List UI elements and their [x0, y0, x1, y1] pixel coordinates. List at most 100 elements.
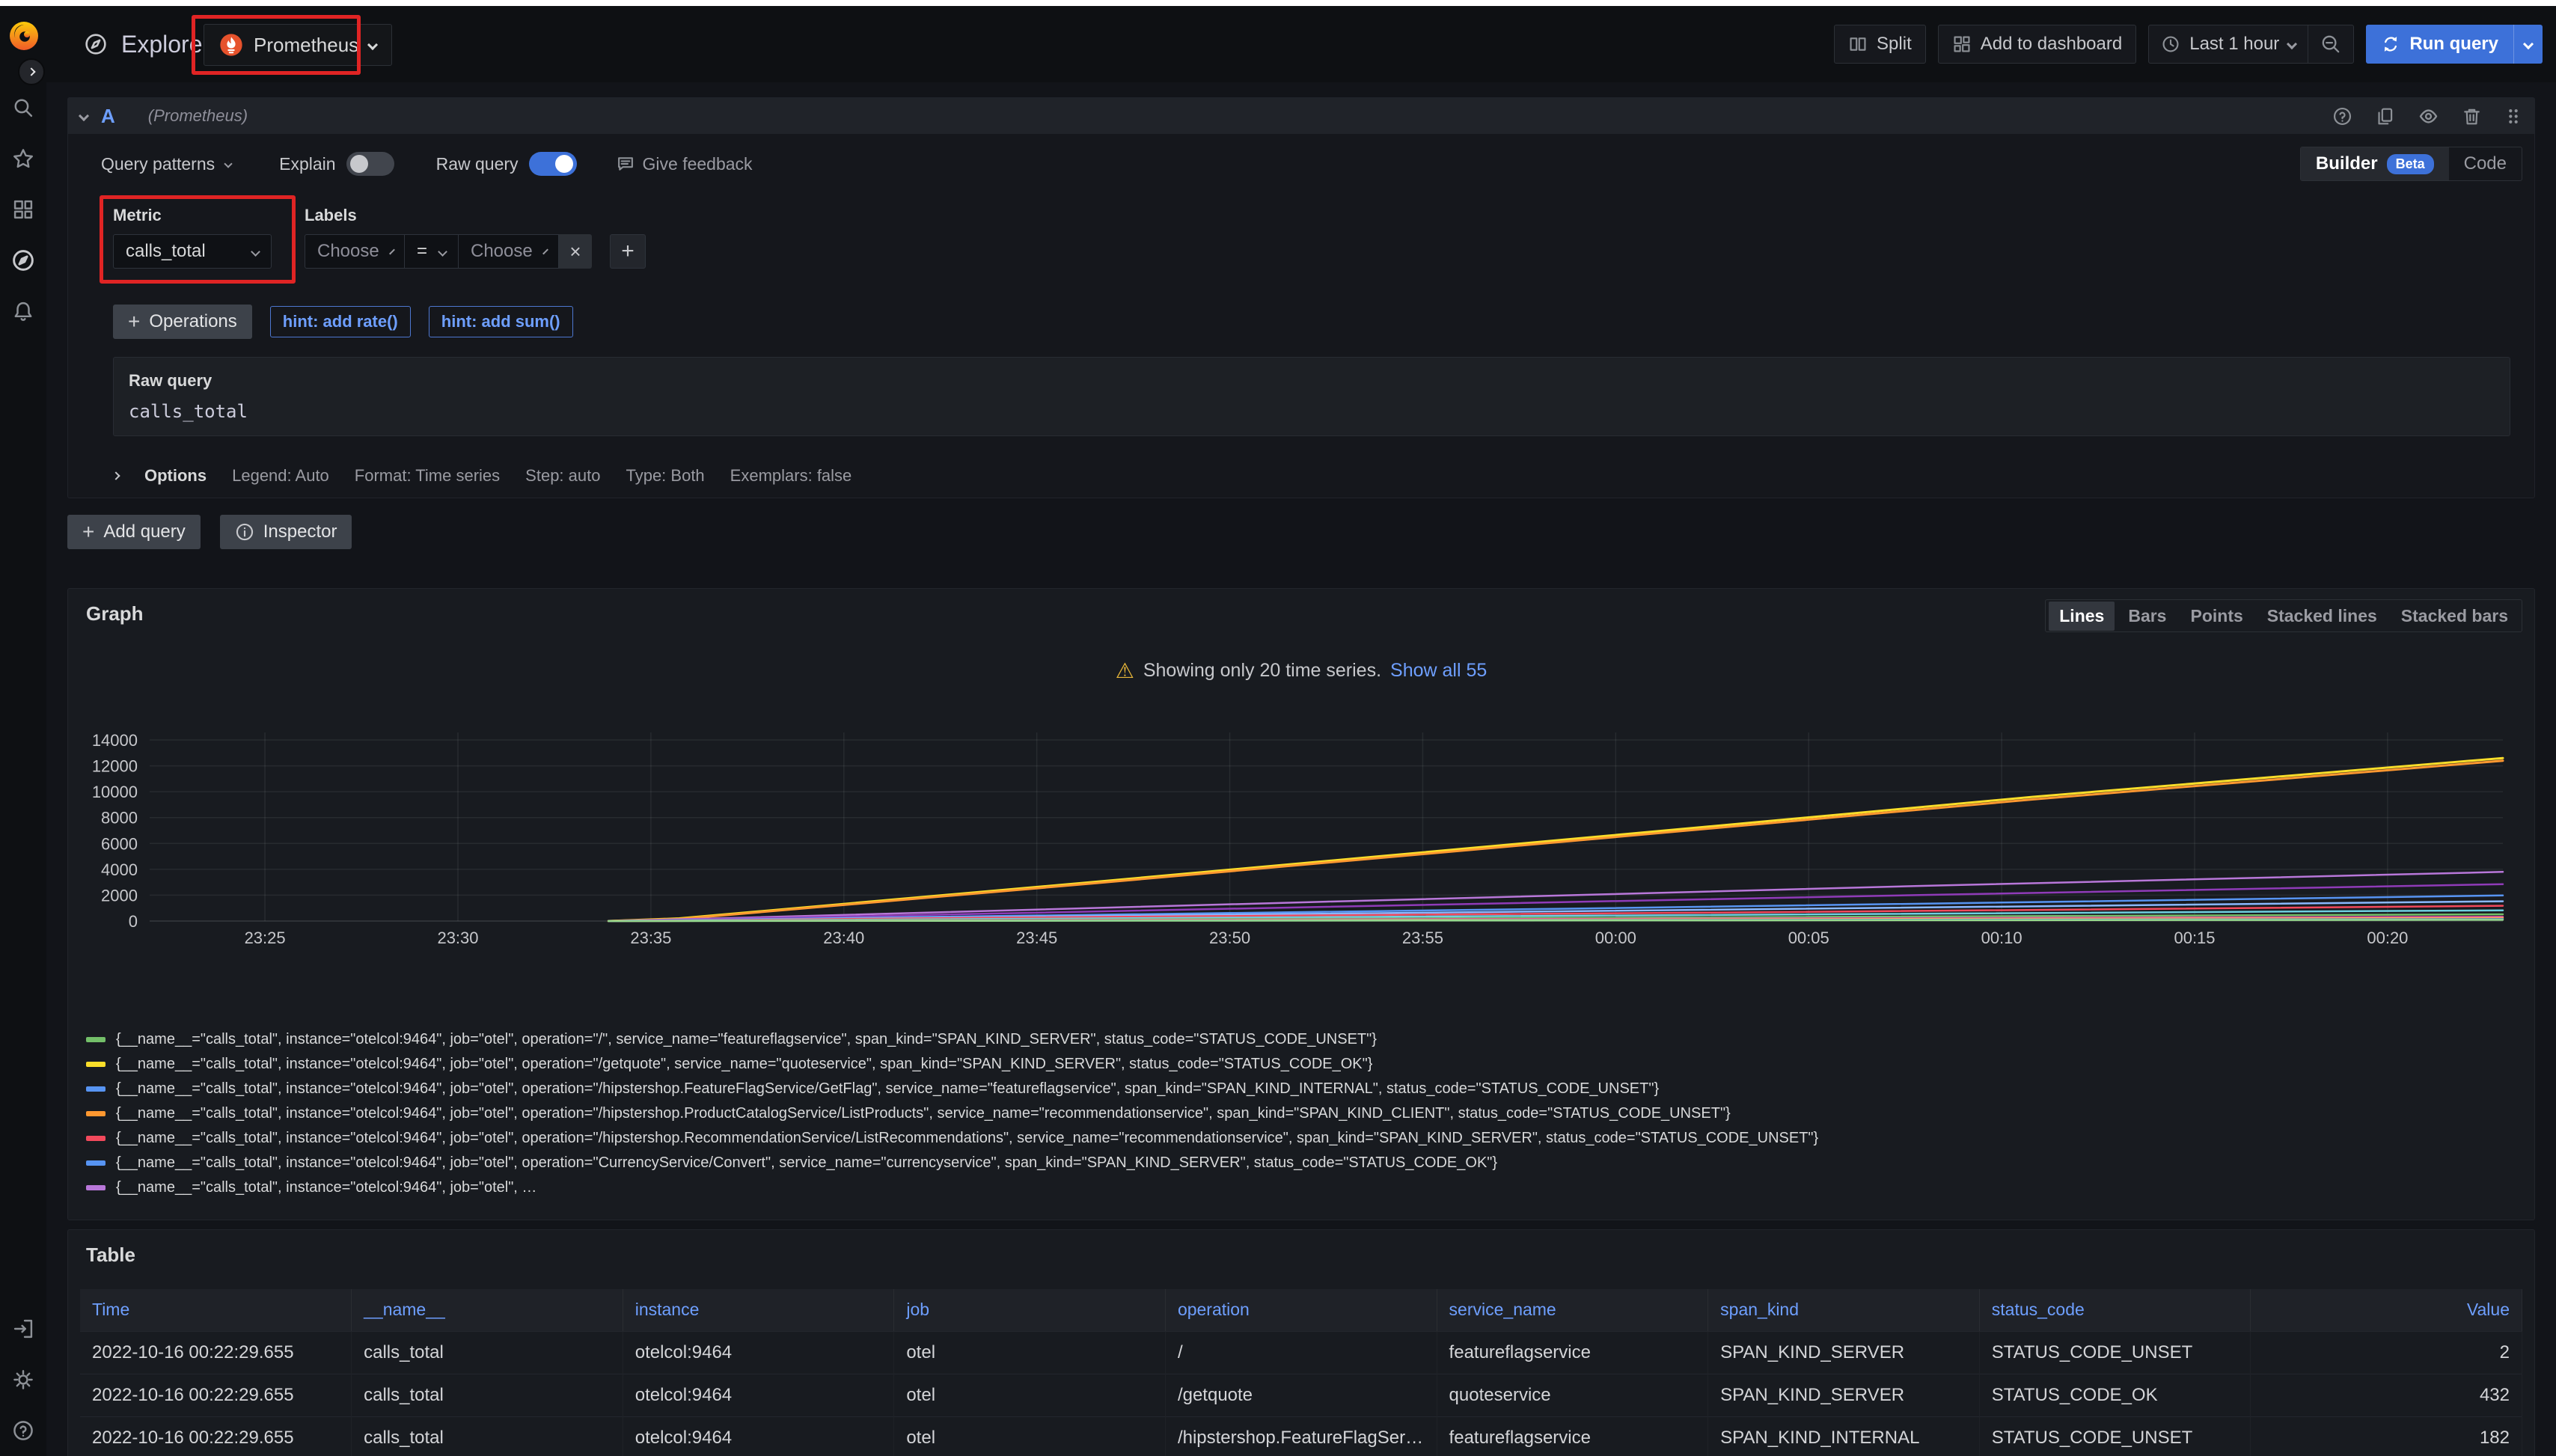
- sidebar-item-help[interactable]: [0, 1405, 46, 1456]
- table-header-row: Time__name__instancejoboperationservice_…: [80, 1289, 2522, 1331]
- legend-swatch-icon: [86, 1062, 106, 1067]
- collapse-chevron-icon[interactable]: [79, 111, 89, 121]
- graph-mode-switcher: LinesBarsPointsStacked linesStacked bars: [2045, 599, 2522, 632]
- chart-area[interactable]: 0200040006000800010000120001400023:2523:…: [68, 725, 2534, 949]
- metric-select[interactable]: calls_total: [113, 234, 272, 269]
- split-button[interactable]: Split: [1834, 25, 1926, 64]
- table-column-header[interactable]: instance: [623, 1289, 894, 1331]
- add-to-dashboard-button[interactable]: Add to dashboard: [1938, 25, 2136, 64]
- time-series-chart[interactable]: 0200040006000800010000120001400023:2523:…: [79, 725, 2510, 949]
- table-column-header[interactable]: service_name: [1437, 1289, 1708, 1331]
- table-column-header[interactable]: Time: [80, 1289, 352, 1331]
- builder-label: Builder: [2316, 153, 2378, 174]
- hide-query-eye-icon[interactable]: [2418, 105, 2439, 127]
- run-query-dropdown[interactable]: [2513, 25, 2543, 64]
- labels-field-label: Labels: [305, 206, 646, 225]
- graph-mode-points[interactable]: Points: [2180, 602, 2253, 631]
- top-header: Explore Prometheus Split Add t: [0, 6, 2556, 82]
- svg-text:6000: 6000: [101, 834, 138, 853]
- svg-text:0: 0: [129, 912, 138, 931]
- code-mode-tab[interactable]: Code: [2449, 147, 2522, 180]
- legend-label: {__name__="calls_total", instance="otelc…: [116, 1105, 1731, 1122]
- legend-item[interactable]: {__name__="calls_total", instance="otelc…: [86, 1151, 2527, 1175]
- legend-item[interactable]: {__name__="calls_total", instance="otelc…: [86, 1077, 2527, 1101]
- sidebar-item-sign-in[interactable]: [0, 1303, 46, 1354]
- delete-query-trash-icon[interactable]: [2462, 106, 2482, 126]
- table-column-header[interactable]: Value: [2251, 1289, 2522, 1331]
- drag-handle-icon[interactable]: [2504, 106, 2522, 126]
- table-cell: 2: [2251, 1331, 2522, 1374]
- compass-icon: [84, 32, 108, 56]
- editor-mode-switcher: Builder Beta Code: [2300, 147, 2522, 181]
- option-format: Format: Time series: [355, 466, 500, 486]
- add-operation-button[interactable]: + Operations: [113, 305, 252, 339]
- grafana-logo-icon[interactable]: [6, 16, 42, 55]
- svg-text:00:15: 00:15: [2174, 929, 2215, 947]
- table-column-header[interactable]: operation: [1165, 1289, 1437, 1331]
- sidebar-item-alerting[interactable]: [0, 286, 46, 337]
- options-expand-chevron-icon[interactable]: [111, 471, 120, 480]
- raw-query-label: Raw query: [129, 371, 2495, 391]
- run-query-button[interactable]: Run query: [2366, 25, 2543, 64]
- legend-item[interactable]: {__name__="calls_total", instance="otelc…: [86, 1175, 2527, 1198]
- sidebar-item-starred[interactable]: [0, 133, 46, 184]
- sidebar-expand-button[interactable]: [18, 58, 45, 85]
- hint-add-rate-button[interactable]: hint: add rate(): [270, 306, 411, 337]
- query-help-icon[interactable]: [2332, 106, 2352, 126]
- table-cell: otelcol:9464: [623, 1416, 894, 1456]
- label-operator-select[interactable]: =: [405, 234, 459, 269]
- legend-label: {__name__="calls_total", instance="otelc…: [116, 1056, 1372, 1073]
- legend-item[interactable]: {__name__="calls_total", instance="otelc…: [86, 1126, 2527, 1151]
- label-name-select[interactable]: Choose: [305, 234, 405, 269]
- svg-text:23:55: 23:55: [1402, 929, 1443, 947]
- warning-text: Showing only 20 time series.: [1143, 660, 1381, 682]
- query-row-header[interactable]: A (Prometheus): [68, 98, 2534, 134]
- table-cell: otel: [894, 1374, 1166, 1416]
- compass-icon: [11, 248, 35, 272]
- raw-query-toggle[interactable]: [529, 152, 577, 176]
- time-picker-group: Last 1 hour: [2148, 25, 2354, 64]
- graph-mode-stacked-lines[interactable]: Stacked lines: [2257, 602, 2388, 631]
- table-column-header[interactable]: span_kind: [1708, 1289, 1980, 1331]
- bell-icon: [12, 300, 34, 322]
- prometheus-icon: [219, 33, 243, 57]
- option-legend: Legend: Auto: [232, 466, 329, 486]
- give-feedback-label: Give feedback: [643, 154, 753, 174]
- query-patterns-label: Query patterns: [101, 154, 215, 174]
- table-cell: SPAN_KIND_SERVER: [1708, 1331, 1980, 1374]
- inspector-button[interactable]: Inspector: [220, 515, 352, 549]
- graph-mode-stacked-bars[interactable]: Stacked bars: [2391, 602, 2519, 631]
- legend-item[interactable]: {__name__="calls_total", instance="otelc…: [86, 1101, 2527, 1126]
- builder-mode-tab[interactable]: Builder Beta: [2301, 147, 2449, 180]
- sidebar-item-search[interactable]: [0, 82, 46, 133]
- query-patterns-dropdown[interactable]: Query patterns: [101, 154, 231, 174]
- explain-toggle[interactable]: [346, 152, 394, 176]
- svg-text:4000: 4000: [101, 860, 138, 879]
- zoom-out-time-button[interactable]: [2308, 25, 2353, 63]
- add-label-button[interactable]: +: [610, 234, 646, 269]
- table-column-header[interactable]: job: [894, 1289, 1166, 1331]
- table-row: 2022-10-16 00:22:29.655calls_totalotelco…: [80, 1374, 2522, 1416]
- legend-item[interactable]: {__name__="calls_total", instance="otelc…: [86, 1052, 2527, 1077]
- show-all-series-link[interactable]: Show all 55: [1390, 660, 1487, 682]
- graph-mode-bars[interactable]: Bars: [2118, 602, 2177, 631]
- hint-add-sum-button[interactable]: hint: add sum(): [429, 306, 573, 337]
- graph-mode-lines[interactable]: Lines: [2049, 602, 2115, 631]
- chevron-down-icon: [2287, 39, 2297, 49]
- svg-text:23:45: 23:45: [1016, 929, 1057, 947]
- datasource-picker[interactable]: Prometheus: [204, 24, 392, 66]
- query-options-row[interactable]: Options Legend: Auto Format: Time series…: [113, 453, 2510, 486]
- time-range-picker[interactable]: Last 1 hour: [2149, 25, 2308, 63]
- sidebar-item-dashboards[interactable]: [0, 184, 46, 235]
- give-feedback-link[interactable]: Give feedback: [616, 154, 753, 174]
- sidebar-item-configuration[interactable]: [0, 1354, 46, 1405]
- duplicate-query-icon[interactable]: [2375, 106, 2395, 126]
- remove-label-button[interactable]: ×: [559, 234, 592, 269]
- table-column-header[interactable]: __name__: [352, 1289, 623, 1331]
- table-column-header[interactable]: status_code: [1979, 1289, 2251, 1331]
- add-query-button[interactable]: + Add query: [67, 515, 201, 549]
- svg-text:00:10: 00:10: [1981, 929, 2023, 947]
- sidebar-item-explore[interactable]: [0, 235, 46, 286]
- label-value-select[interactable]: Choose: [459, 234, 559, 269]
- legend-item[interactable]: {__name__="calls_total", instance="otelc…: [86, 1027, 2527, 1052]
